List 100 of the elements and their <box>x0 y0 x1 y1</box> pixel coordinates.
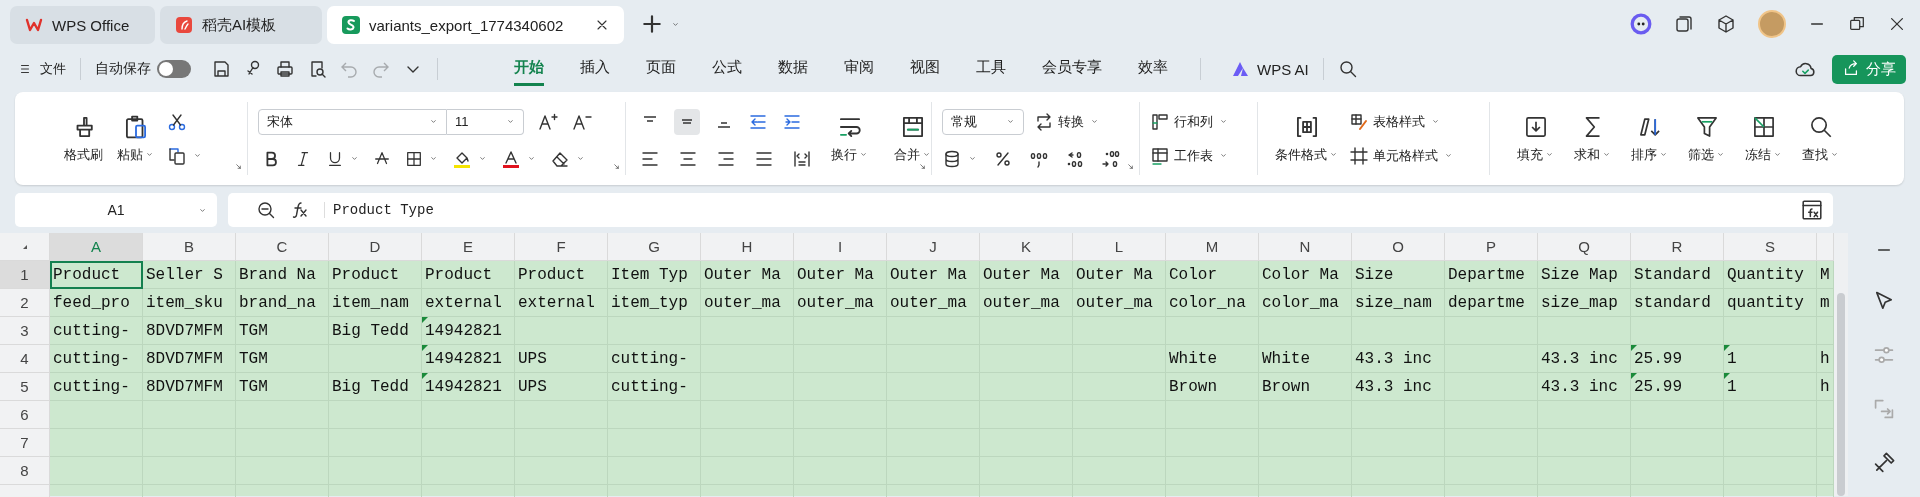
save-icon[interactable] <box>211 59 231 79</box>
distribute-icon[interactable] <box>792 148 812 169</box>
scrollbar[interactable] <box>1834 233 1848 496</box>
currency-button[interactable] <box>942 148 977 169</box>
function-panel-icon[interactable] <box>1801 199 1823 221</box>
ai-tab[interactable]: WPS AI <box>1231 59 1309 79</box>
column-header[interactable]: R <box>1631 233 1724 261</box>
column-header[interactable]: M <box>1166 233 1259 261</box>
print-icon[interactable] <box>275 59 295 79</box>
dialog-launcher-icon[interactable] <box>1126 162 1135 171</box>
name-box[interactable]: A1 <box>15 193 217 227</box>
row-header[interactable]: 8 <box>0 457 50 485</box>
dialog-launcher-icon[interactable] <box>612 162 621 171</box>
ribbon-tab[interactable]: 开始 <box>514 52 544 86</box>
column-header[interactable]: D <box>329 233 422 261</box>
column-header[interactable]: K <box>980 233 1073 261</box>
row-header[interactable]: 7 <box>0 429 50 457</box>
row-header[interactable]: 4 <box>0 345 50 373</box>
windows-icon[interactable] <box>1674 14 1694 34</box>
column-header[interactable]: Q <box>1538 233 1631 261</box>
increase-font-icon[interactable] <box>538 111 558 132</box>
tools-icon[interactable] <box>1872 451 1896 475</box>
dialog-launcher-icon[interactable] <box>918 162 927 171</box>
column-header[interactable]: A <box>50 233 143 261</box>
ribbon-tab[interactable]: 工具 <box>976 52 1006 86</box>
row-header[interactable]: 3 <box>0 317 50 345</box>
increase-decimal-icon[interactable] <box>1101 148 1121 169</box>
underline-button[interactable] <box>326 149 359 168</box>
close-icon[interactable] <box>1888 15 1906 33</box>
sort-button[interactable]: 排序 <box>1624 113 1675 164</box>
ribbon-tab[interactable]: 公式 <box>712 52 742 86</box>
sum-button[interactable]: 求和 <box>1567 113 1618 164</box>
table-style-icon <box>1349 111 1369 132</box>
caret-icon <box>145 150 154 159</box>
dialog-launcher-icon[interactable] <box>234 162 243 171</box>
ribbon-tab[interactable]: 数据 <box>778 52 808 86</box>
docer-logo-icon[interactable] <box>174 15 194 35</box>
table-cell: external <box>515 289 608 317</box>
column-header[interactable]: J <box>887 233 980 261</box>
column-header[interactable]: E <box>422 233 515 261</box>
table-cell: Outer Ma <box>794 261 887 289</box>
column-header[interactable]: G <box>608 233 701 261</box>
convert-button[interactable]: 转换 <box>1034 111 1099 132</box>
cube-icon[interactable] <box>1716 14 1736 34</box>
row-header[interactable]: 2 <box>0 289 50 317</box>
column-header[interactable]: O <box>1352 233 1445 261</box>
ribbon-tab[interactable]: 会员专享 <box>1042 52 1102 86</box>
restore-icon[interactable] <box>1848 15 1866 33</box>
vertical-align-icon[interactable] <box>674 108 700 135</box>
row-header[interactable]: 1 <box>0 261 50 289</box>
rows-columns-button[interactable]: 行和列 <box>1150 111 1228 132</box>
column-header[interactable]: N <box>1259 233 1352 261</box>
worksheet-button[interactable]: 工作表 <box>1150 145 1228 166</box>
spreadsheet-logo-icon[interactable] <box>341 15 361 35</box>
column-header[interactable]: P <box>1445 233 1538 261</box>
column-header[interactable]: B <box>143 233 236 261</box>
borders-button[interactable] <box>405 149 438 168</box>
row-header[interactable]: 6 <box>0 401 50 429</box>
paste-button[interactable]: 粘贴 <box>110 113 161 164</box>
number-format-dropdown[interactable]: 常规 <box>942 108 1024 135</box>
font-family-dropdown[interactable]: 宋体 <box>258 108 447 135</box>
column-header[interactable]: C <box>236 233 329 261</box>
find-button[interactable]: 查找 <box>1795 113 1846 164</box>
column-header[interactable]: F <box>515 233 608 261</box>
column-header[interactable]: I <box>794 233 887 261</box>
document-tab[interactable]: variants_export_1774340602 <box>327 6 624 44</box>
table-style-button[interactable]: 表格样式 <box>1349 111 1453 132</box>
filter-button[interactable]: 筛选 <box>1681 113 1732 164</box>
font-size-dropdown[interactable]: 11 <box>447 108 524 135</box>
column-header[interactable]: S <box>1724 233 1817 261</box>
ribbon-tab[interactable]: 效率 <box>1138 52 1168 86</box>
fill-down-button[interactable]: 填充 <box>1510 113 1561 164</box>
format-painter-button[interactable]: 格式刷 <box>57 113 110 164</box>
table-cell: quantity <box>1724 289 1817 317</box>
autosave-toggle[interactable] <box>157 60 191 78</box>
column-header[interactable]: H <box>701 233 794 261</box>
assistant-icon[interactable] <box>1630 13 1652 35</box>
add-tab-icon[interactable] <box>641 13 663 35</box>
formula-input[interactable]: Product Type <box>324 202 434 218</box>
row-header[interactable]: 5 <box>0 373 50 401</box>
column-header[interactable]: L <box>1073 233 1166 261</box>
table-cell: White <box>1259 345 1352 373</box>
ribbon-tab[interactable]: 审阅 <box>844 52 874 86</box>
wrap-text-button[interactable]: 换行 <box>824 113 875 164</box>
document-tab[interactable]: WPS Office <box>10 6 155 44</box>
merge-button[interactable]: 合并 <box>887 113 938 164</box>
zoom-icon[interactable] <box>256 200 276 220</box>
ribbon-tab[interactable]: 插入 <box>580 52 610 86</box>
caret-icon <box>1602 150 1611 159</box>
share-button[interactable]: 分享 <box>1832 54 1906 84</box>
document-tab[interactable]: 稻壳AI模板 <box>160 6 322 44</box>
ribbon-tab[interactable]: 视图 <box>910 52 940 86</box>
copy-button[interactable] <box>167 145 202 166</box>
search-icon[interactable] <box>1337 59 1358 79</box>
cell-style-button[interactable]: 单元格样式 <box>1349 145 1453 166</box>
ribbon-tab[interactable]: 页面 <box>646 52 676 86</box>
conditional-format-button[interactable]: 条件格式 <box>1268 113 1345 164</box>
freeze-button[interactable]: 冻结 <box>1738 113 1789 164</box>
caret-icon <box>922 150 931 159</box>
file-menu[interactable]: 文件 <box>18 60 66 78</box>
